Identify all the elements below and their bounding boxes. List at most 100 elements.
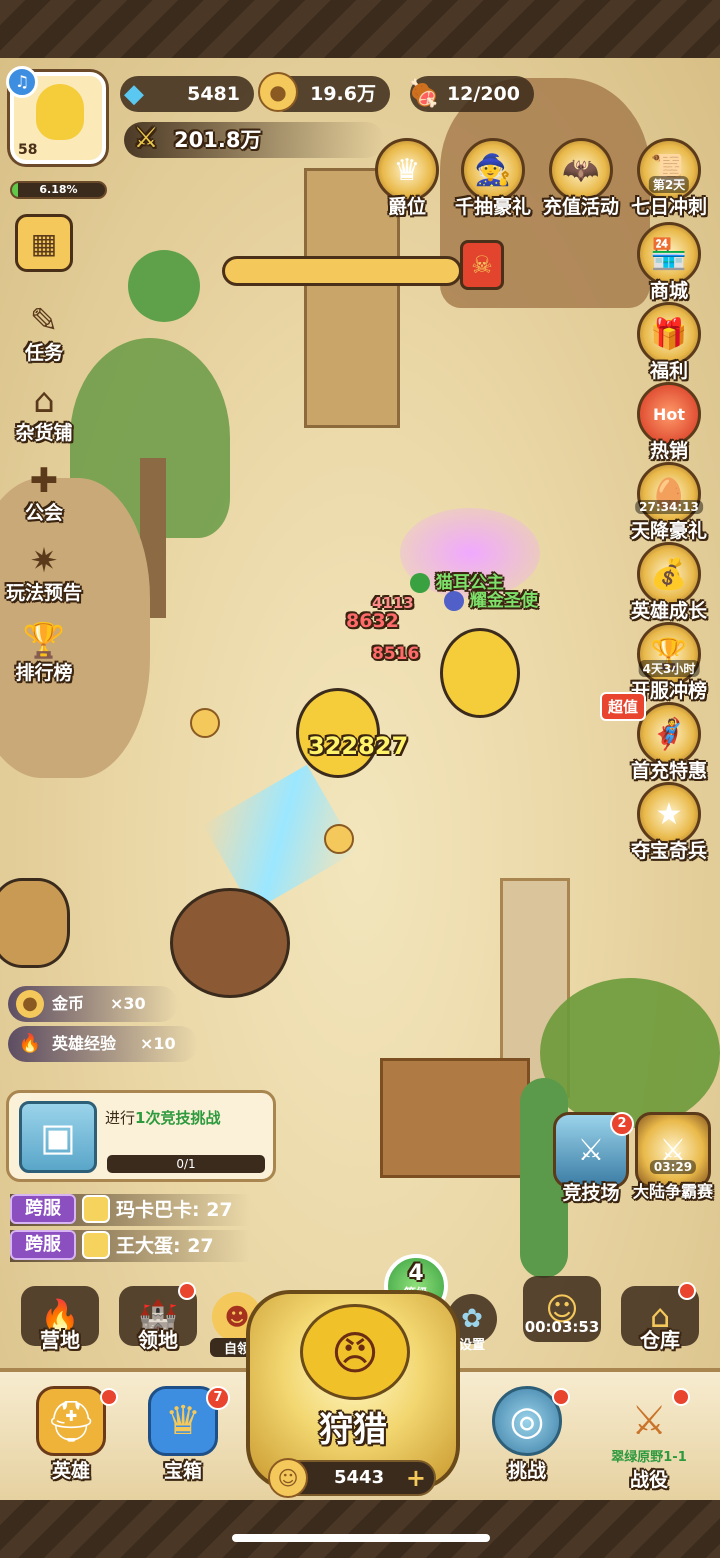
notification-dot bbox=[100, 1388, 118, 1406]
bottom-frame bbox=[0, 1500, 720, 1558]
player-face-icon bbox=[82, 1195, 110, 1223]
menu-label: 公会 bbox=[24, 502, 63, 524]
hero-tab[interactable]: ⛑ 英雄 bbox=[16, 1386, 126, 1483]
event-timer: 27:34:13 bbox=[635, 500, 703, 514]
player-level: 58 bbox=[18, 142, 38, 158]
event-label: 爵位 bbox=[387, 196, 426, 218]
quest-progress: 0/1 bbox=[176, 1157, 196, 1171]
menu-preview[interactable]: ✷ 玩法预告 bbox=[2, 532, 86, 605]
wave-progress-track bbox=[222, 256, 462, 286]
event-hero-growth[interactable]: 💰 英雄成长 bbox=[622, 542, 716, 623]
event-recharge[interactable]: 🦇 充值活动 bbox=[534, 138, 628, 219]
challenge-tab[interactable]: ◎ 挑战 bbox=[472, 1386, 582, 1483]
gold-coin-icon: ● bbox=[258, 72, 298, 112]
damage-number-small: 8632 bbox=[346, 610, 399, 632]
quest-panel[interactable]: ▣ 进行1次竞技挑战 0/1 bbox=[6, 1090, 276, 1182]
damage-number-small: 8516 bbox=[372, 644, 420, 664]
gold-coin-icon: ☺ bbox=[268, 1458, 308, 1498]
chest-label: 宝箱 bbox=[163, 1460, 202, 1482]
event-label: 千抽豪礼 bbox=[454, 196, 531, 218]
event-label: 福利 bbox=[649, 360, 688, 382]
super-value-tag: 超值 bbox=[600, 692, 647, 721]
rock-right bbox=[380, 1058, 530, 1178]
notification-dot bbox=[178, 1282, 196, 1300]
hunt-coin-value: 5443 bbox=[334, 1467, 385, 1488]
quest-prefix: 进行 bbox=[105, 1109, 136, 1127]
monster-face-icon: 😠 bbox=[300, 1304, 410, 1400]
menu-guild[interactable]: ✚ 公会 bbox=[2, 452, 86, 525]
stamina-counter[interactable]: 🍖 12/200 bbox=[408, 76, 534, 112]
enemy-left bbox=[0, 878, 70, 968]
camp-button[interactable]: 🔥 营地 bbox=[18, 1286, 102, 1353]
arena-button[interactable]: ⚔ 2 竞技场 bbox=[544, 1112, 638, 1205]
exp-percent: 6.18% bbox=[39, 183, 78, 196]
diamond-counter[interactable]: ◆ 5481 bbox=[120, 76, 254, 112]
exp-bar: 6.18% bbox=[10, 181, 107, 199]
event-label: 英雄成长 bbox=[630, 600, 707, 622]
player-face-icon bbox=[82, 1231, 110, 1259]
top-frame bbox=[0, 0, 720, 58]
event-label: 热销 bbox=[649, 440, 688, 462]
event-first-charge[interactable]: 🦸 超值 首充特惠 bbox=[600, 692, 716, 783]
meat-icon: 🍖 bbox=[407, 79, 441, 109]
combat-power: ⚔ 201.8万 bbox=[124, 121, 384, 158]
event-treasure-hunt[interactable]: ★ 夺宝奇兵 bbox=[622, 782, 716, 863]
music-icon[interactable]: ♫ bbox=[6, 66, 38, 98]
menu-label: 任务 bbox=[24, 342, 63, 364]
gold-coin-icon: ● bbox=[16, 990, 44, 1018]
continent-war-button[interactable]: ⚔ 03:29 大陆争霸赛 bbox=[626, 1112, 720, 1202]
event-hot[interactable]: Hot 热销 bbox=[622, 382, 716, 463]
reward-gold: ● 金币 ×30 bbox=[8, 986, 178, 1022]
warehouse-button[interactable]: ⌂ 仓库 bbox=[618, 1282, 702, 1353]
diamond-icon: ◆ bbox=[124, 79, 144, 109]
menu-label: 玩法预告 bbox=[5, 582, 82, 604]
menu-store[interactable]: ⌂ 杂货铺 bbox=[2, 372, 86, 445]
grid-icon: ▦ bbox=[15, 214, 73, 272]
cross-server-row[interactable]: 跨服 玛卡巴卡: 27 bbox=[10, 1194, 250, 1226]
event-seven-day[interactable]: 📜 第2天 七日冲刺 bbox=[622, 138, 716, 219]
hunt-coin-counter[interactable]: ☺ 5443 + bbox=[268, 1458, 436, 1498]
event-sky-gift[interactable]: 🥚 27:34:13 天降豪礼 bbox=[622, 462, 716, 543]
plus-icon[interactable]: + bbox=[406, 1462, 426, 1494]
menu-grid[interactable]: ▦ bbox=[2, 214, 86, 272]
flame-icon: 🔥 bbox=[18, 1033, 42, 1054]
continent-war-label: 大陆争霸赛 bbox=[632, 1182, 713, 1201]
menu-ranking[interactable]: 🏆 排行榜 bbox=[2, 612, 86, 685]
event-rank[interactable]: ♛ 爵位 bbox=[360, 138, 454, 219]
campaign-label: 战役 bbox=[629, 1469, 668, 1491]
event-label: 天降豪礼 bbox=[630, 520, 707, 542]
menu-task[interactable]: ✎ 任务 bbox=[2, 292, 86, 365]
continent-war-timer: 03:29 bbox=[649, 1160, 697, 1174]
cross-server-badge: 跨服 bbox=[10, 1230, 76, 1260]
game-scene: ☠ 猫耳公主 耀金圣使 4113 8632 8516 322827 bbox=[0, 58, 720, 1500]
warehouse-label: 仓库 bbox=[640, 1328, 680, 1352]
gold-value: 19.6万 bbox=[310, 83, 376, 105]
event-label: 首充特惠 bbox=[630, 760, 707, 782]
idle-timer-button[interactable]: ☺ 00:03:53 bbox=[520, 1276, 604, 1342]
quest-highlight: 1次竞技挑战 bbox=[135, 1109, 221, 1127]
gold-counter[interactable]: ● 19.6万 bbox=[258, 72, 390, 112]
event-label: 夺宝奇兵 bbox=[630, 840, 707, 862]
sword-icon: ⚔ bbox=[133, 121, 159, 154]
diamond-value: 5481 bbox=[187, 83, 240, 105]
event-shop[interactable]: 🏪 商城 bbox=[622, 222, 716, 303]
ally-tag-icon bbox=[410, 573, 430, 593]
reward-hero-exp: 🔥 英雄经验 ×10 bbox=[8, 1026, 198, 1062]
cross-server-text: 玛卡巴卡: 27 bbox=[116, 1199, 233, 1221]
campaign-stage: 翠绿原野1-1 bbox=[611, 1450, 687, 1465]
event-welfare[interactable]: 🎁 福利 bbox=[622, 302, 716, 383]
cactus-top bbox=[128, 250, 200, 322]
camp-label: 营地 bbox=[40, 1328, 80, 1352]
ally-name-1: 耀金圣使 bbox=[469, 591, 538, 611]
idle-timer: 00:03:53 bbox=[524, 1318, 600, 1336]
event-thousand-draw[interactable]: 🧙 千抽豪礼 bbox=[446, 138, 540, 219]
chest-tab[interactable]: ♛ 7 宝箱 bbox=[128, 1386, 238, 1483]
damage-number-main: 322827 bbox=[308, 732, 409, 760]
territory-button[interactable]: 🏰 领地 bbox=[116, 1282, 200, 1353]
event-server-rank[interactable]: 🏆 4天3小时 开服冲榜 bbox=[622, 622, 716, 703]
avatar-face bbox=[36, 84, 84, 140]
home-indicator[interactable] bbox=[232, 1534, 490, 1542]
cross-server-row[interactable]: 跨服 王大蛋: 27 bbox=[10, 1230, 250, 1262]
campaign-tab[interactable]: ⚔ 翠绿原野1-1 战役 bbox=[594, 1386, 704, 1492]
notification-dot bbox=[672, 1388, 690, 1406]
